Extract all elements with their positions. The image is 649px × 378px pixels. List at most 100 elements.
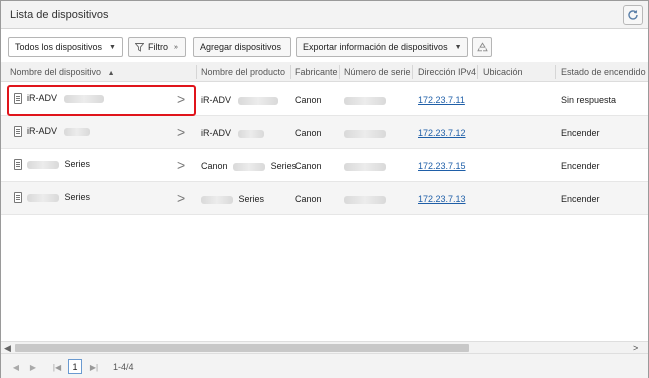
cell-device-name: iR-ADV xyxy=(27,93,104,103)
product-text: Series xyxy=(238,194,265,204)
column-header-power[interactable]: Estado de encendido xyxy=(561,67,646,77)
refresh-button[interactable] xyxy=(623,5,643,25)
column-header-name-label: Nombre del dispositivo xyxy=(10,67,102,77)
column-divider[interactable] xyxy=(412,65,413,79)
double-chevron-down-icon: » xyxy=(174,43,178,51)
add-devices-label: Agregar dispositivos xyxy=(200,42,282,52)
chevron-right-icon[interactable]: > xyxy=(177,190,185,206)
chevron-right-icon[interactable]: > xyxy=(177,91,185,107)
pager: ◀ ▶ |◀ 1 ▶| 1-4/4 xyxy=(1,353,648,378)
cell-maker: Canon xyxy=(295,128,322,138)
filter-icon xyxy=(135,42,144,52)
column-header-location[interactable]: Ubicación xyxy=(483,67,523,77)
cell-maker: Canon xyxy=(295,194,322,204)
ip-link[interactable]: 172.23.7.15 xyxy=(418,161,466,171)
cell-serial xyxy=(344,194,386,204)
cell-power: Encender xyxy=(561,161,600,171)
cell-maker: Canon xyxy=(295,161,322,171)
first-page-icon[interactable]: |◀ xyxy=(50,360,64,374)
table-row[interactable]: Series > Canon Series Canon 172.23.7.15 … xyxy=(1,149,648,182)
cell-power: Sin respuesta xyxy=(561,95,617,105)
cell-serial xyxy=(344,128,386,138)
refresh-icon xyxy=(628,10,638,20)
redacted-text xyxy=(344,162,386,171)
device-name-text: iR-ADV xyxy=(27,93,58,103)
cell-product: iR-ADV xyxy=(201,128,264,138)
product-text: iR-ADV xyxy=(201,95,232,105)
page-count: 1-4/4 xyxy=(113,362,134,372)
recycle-button[interactable] xyxy=(472,37,492,57)
redacted-text xyxy=(233,162,266,171)
cell-maker: Canon xyxy=(295,95,322,105)
column-divider[interactable] xyxy=(290,65,291,79)
chevron-right-icon[interactable]: > xyxy=(177,157,185,173)
cell-serial xyxy=(344,161,386,171)
scrollbar-thumb[interactable] xyxy=(15,344,469,352)
add-devices-button[interactable]: Agregar dispositivos xyxy=(193,37,291,57)
device-icon xyxy=(14,93,22,104)
redacted-text xyxy=(237,129,264,138)
cell-product: Series xyxy=(201,194,264,204)
column-header-ipv4[interactable]: Dirección IPv4 xyxy=(418,67,476,77)
column-divider[interactable] xyxy=(555,65,556,79)
export-label: Exportar información de dispositivos xyxy=(303,42,448,52)
ip-link[interactable]: 172.23.7.13 xyxy=(418,194,466,204)
device-icon xyxy=(14,126,22,137)
column-header-maker[interactable]: Fabricante xyxy=(295,67,338,77)
view-select[interactable]: Todos los dispositivos ▼ xyxy=(8,37,123,57)
filter-button[interactable]: Filtro » xyxy=(128,37,186,57)
redacted-text xyxy=(201,195,233,204)
cell-power: Encender xyxy=(561,128,600,138)
redacted-text xyxy=(237,96,278,105)
device-icon xyxy=(14,192,22,203)
cell-device-name: Series xyxy=(27,192,90,202)
prev-page-icon[interactable]: ◀ xyxy=(9,360,23,374)
redacted-text xyxy=(344,129,386,138)
product-prefix-text: Canon xyxy=(201,161,228,171)
redacted-text xyxy=(344,195,386,204)
window-titlebar: Lista de dispositivos xyxy=(1,1,648,29)
sort-asc-icon: ▲ xyxy=(107,70,115,77)
toolbar: Todos los dispositivos ▼ Filtro » Agrega… xyxy=(1,37,648,57)
chevron-down-icon: ▼ xyxy=(454,43,462,51)
column-divider[interactable] xyxy=(196,65,197,79)
product-text: iR-ADV xyxy=(201,128,232,138)
column-divider[interactable] xyxy=(477,65,478,79)
table-row[interactable]: iR-ADV > iR-ADV Canon 172.23.7.12 Encend… xyxy=(1,116,648,149)
view-select-value: Todos los dispositivos xyxy=(15,42,103,52)
product-text: Series xyxy=(270,161,297,171)
window-title: Lista de dispositivos xyxy=(10,9,109,21)
device-list-window: Lista de dispositivos Todos los disposit… xyxy=(0,0,649,378)
cell-device-name: iR-ADV xyxy=(27,126,90,136)
export-button[interactable]: Exportar información de dispositivos ▼ xyxy=(296,37,468,57)
column-header-product[interactable]: Nombre del producto xyxy=(201,67,285,77)
chevron-right-icon[interactable]: > xyxy=(177,124,185,140)
device-name-text: iR-ADV xyxy=(27,126,58,136)
redacted-text xyxy=(27,160,59,169)
current-page[interactable]: 1 xyxy=(68,359,82,374)
next-page-icon[interactable]: ▶ xyxy=(26,360,40,374)
column-header-name[interactable]: Nombre del dispositivo ▲ xyxy=(10,67,115,77)
last-page-icon[interactable]: ▶| xyxy=(87,360,101,374)
cell-product: Canon Series xyxy=(201,161,296,171)
column-header-serial[interactable]: Número de serie xyxy=(344,67,411,77)
column-divider[interactable] xyxy=(339,65,340,79)
device-name-text: Series xyxy=(64,192,91,202)
horizontal-scrollbar[interactable]: ◀ > xyxy=(1,341,648,353)
cell-serial xyxy=(344,95,386,105)
device-icon xyxy=(14,159,22,170)
device-name-text: Series xyxy=(64,159,91,169)
filter-label: Filtro xyxy=(148,42,168,52)
chevron-down-icon: ▼ xyxy=(109,43,116,51)
table-header: Nombre del dispositivo ▲ Nombre del prod… xyxy=(1,62,648,82)
recycle-icon xyxy=(476,41,488,51)
ip-link[interactable]: 172.23.7.12 xyxy=(418,128,466,138)
redacted-text xyxy=(344,96,386,105)
table-row[interactable]: iR-ADV > iR-ADV Canon 172.23.7.11 Sin re… xyxy=(1,83,648,116)
cell-product: iR-ADV xyxy=(201,95,278,105)
cell-device-name: Series xyxy=(27,159,90,169)
redacted-text xyxy=(63,127,90,136)
ip-link[interactable]: 172.23.7.11 xyxy=(418,95,465,105)
table-row[interactable]: Series > Series Canon 172.23.7.13 Encend… xyxy=(1,182,648,215)
redacted-text xyxy=(63,94,104,103)
